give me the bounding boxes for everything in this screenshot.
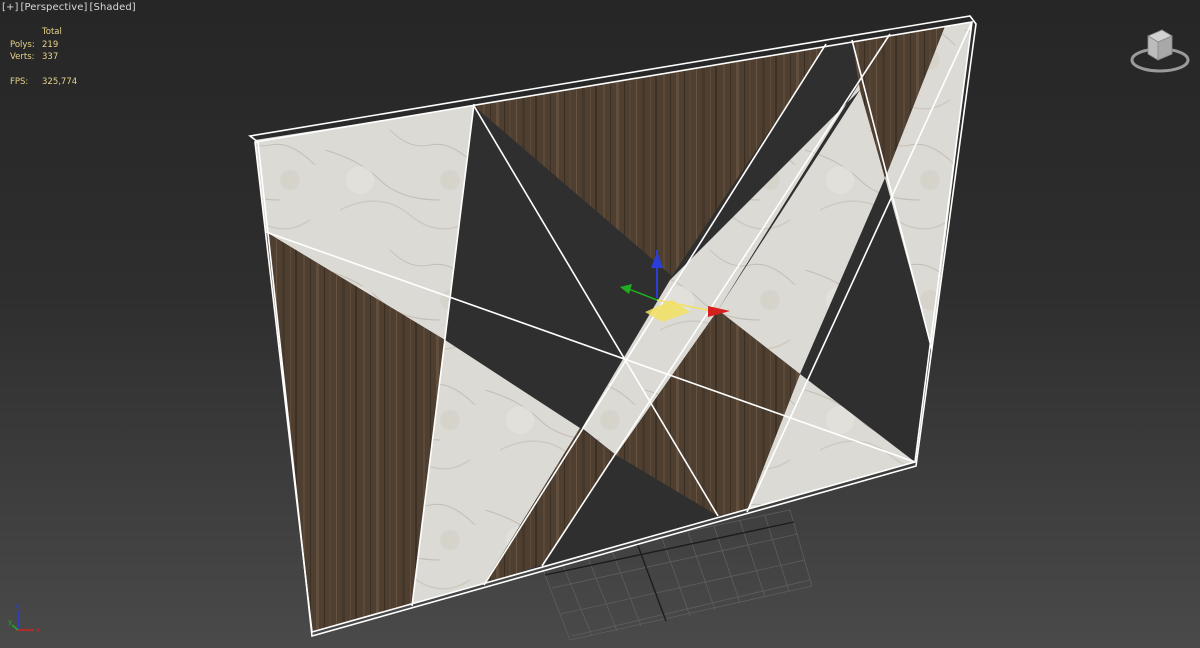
verts-label: Verts: — [10, 52, 35, 62]
viewcube-icon[interactable] — [1128, 22, 1192, 78]
tripod-z-label: z — [15, 602, 19, 610]
viewport-plus-menu[interactable]: [+] — [1, 2, 19, 13]
polys-value: 219 — [42, 39, 59, 50]
tripod-y-label: y — [8, 618, 12, 626]
stats-header: Total — [42, 27, 62, 37]
polys-label: Polys: — [10, 39, 35, 50]
viewport-point-of-view-menu[interactable]: [Perspective] — [19, 2, 88, 13]
verts-value: 337 — [42, 52, 59, 62]
world-axis-tripod-icon: z x y — [8, 602, 40, 634]
viewport-shading-menu[interactable]: [Shaded] — [89, 2, 137, 13]
viewport-label-menu: [+] [Perspective] [Shaded] — [1, 2, 137, 13]
wall-panel[interactable] — [248, 15, 977, 638]
perspective-viewport[interactable]: [+] [Perspective] [Shaded] Total Polys: 2… — [0, 0, 1200, 648]
scene-canvas[interactable] — [0, 0, 1200, 648]
viewport-statistics: Total Polys: 219 Verts: 337 FPS: 325,774 — [10, 26, 82, 88]
fps-value: 325,774 — [42, 76, 78, 87]
tripod-x-label: x — [36, 626, 40, 634]
fps-label: FPS: — [10, 76, 29, 87]
